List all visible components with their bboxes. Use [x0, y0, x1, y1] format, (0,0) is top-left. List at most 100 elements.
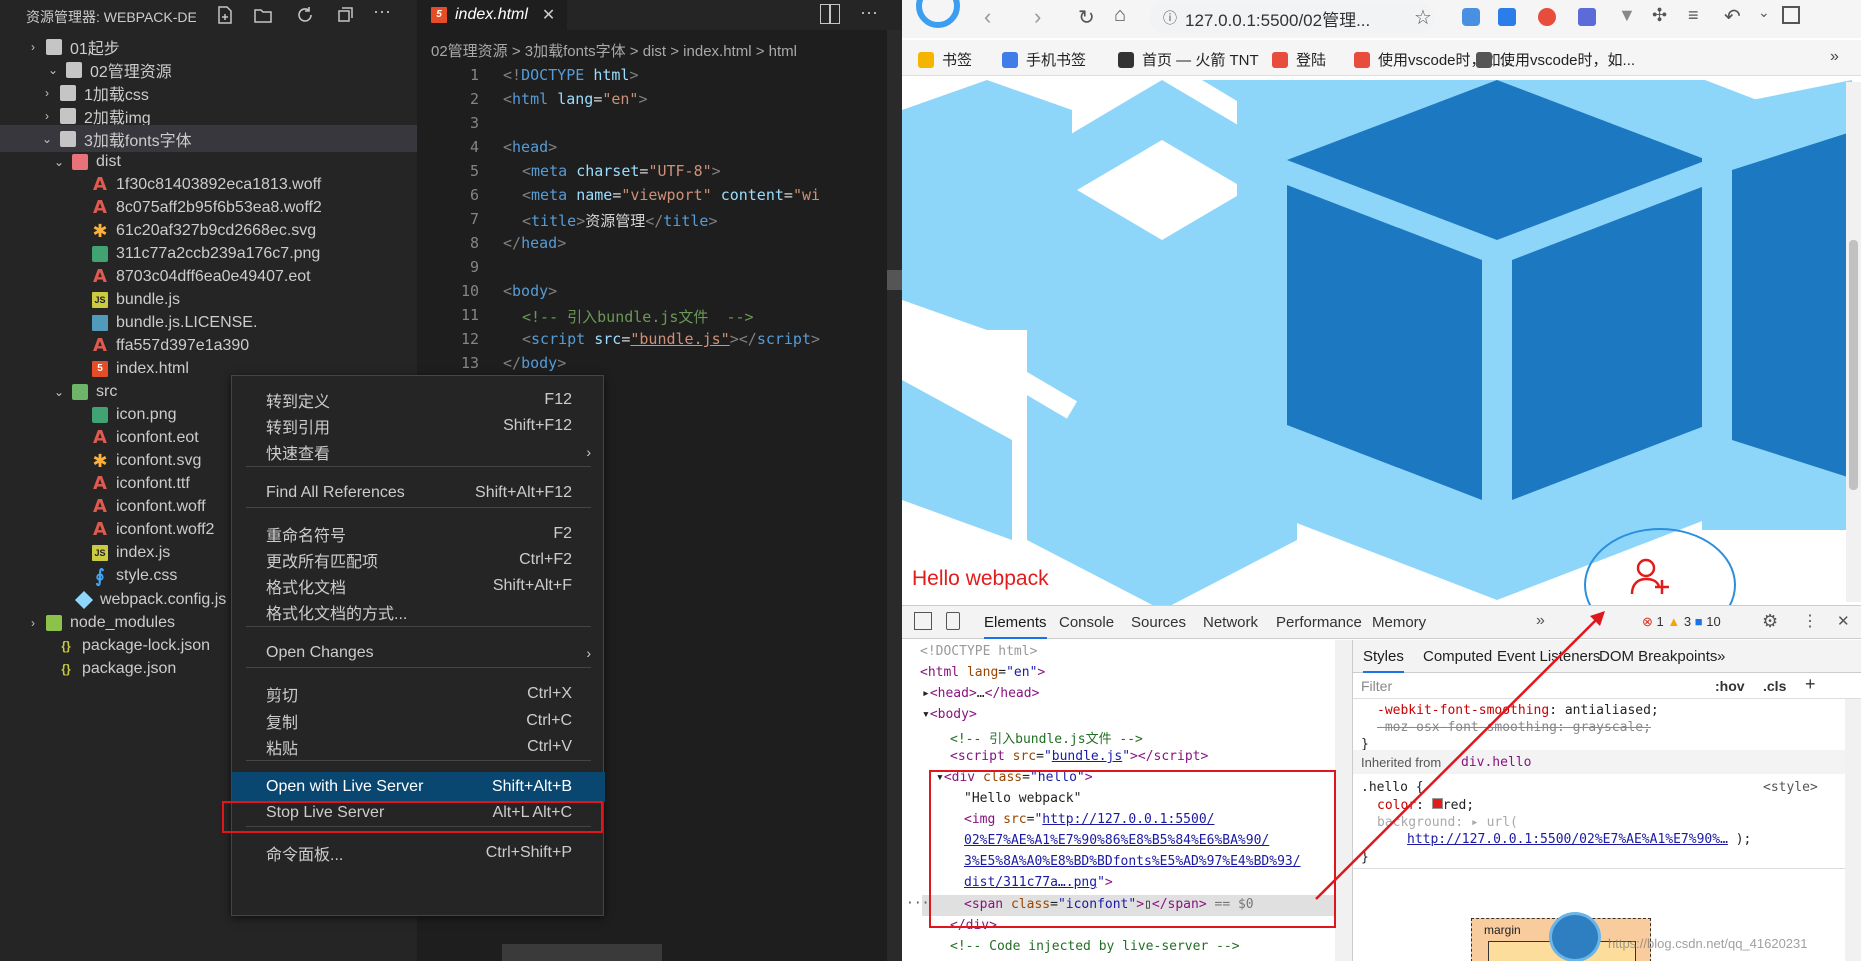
- chevron-right-icon[interactable]: ›: [26, 40, 40, 54]
- extension-icon[interactable]: ▼: [1618, 5, 1636, 26]
- styles-filter[interactable]: Filter :hov .cls +: [1353, 673, 1861, 699]
- chevron-right-icon[interactable]: ›: [26, 616, 40, 630]
- more-actions-icon[interactable]: ···: [373, 2, 395, 26]
- collapse-all-icon[interactable]: [334, 4, 356, 26]
- devtools-tab[interactable]: Performance: [1276, 614, 1362, 631]
- menu-item[interactable]: 快速查看 ›: [232, 437, 605, 467]
- more-tabs-icon[interactable]: »: [1536, 612, 1545, 630]
- menu-item[interactable]: 命令面板... Ctrl+Shift+P: [232, 838, 605, 868]
- css-decl[interactable]: -moz-osx-font-smoothing: grayscale;: [1377, 720, 1651, 740]
- chevron-right-icon[interactable]: ›: [40, 109, 54, 123]
- avatar: [1549, 912, 1601, 961]
- horizontal-scrollbar[interactable]: [502, 944, 662, 961]
- devtools-tab[interactable]: Network: [1203, 614, 1258, 631]
- webpack-logo-image: [902, 80, 1857, 610]
- filter-input[interactable]: Filter: [1361, 678, 1392, 694]
- editor-more-icon[interactable]: ···: [860, 2, 878, 23]
- issue-counts[interactable]: ⊗ 1 ▲ 3 ■ 10: [1642, 614, 1721, 630]
- close-icon[interactable]: ✕: [542, 5, 555, 25]
- devtools-tab[interactable]: Sources: [1131, 614, 1186, 631]
- puzzle-icon[interactable]: ✣: [1652, 5, 1667, 26]
- styles-tab[interactable]: Computed: [1423, 648, 1492, 665]
- menu-item[interactable]: Find All References Shift+Alt+F12: [232, 478, 605, 508]
- dom-line[interactable]: <html lang="en">: [920, 665, 1045, 685]
- css-source[interactable]: <style>: [1763, 780, 1818, 800]
- menu-item[interactable]: 粘贴 Ctrl+V: [232, 732, 605, 762]
- split-editor-icon[interactable]: [820, 4, 840, 24]
- bookmark-item[interactable]: 首页 — 火箭 TNT: [1118, 49, 1259, 70]
- translate-icon[interactable]: [1498, 8, 1516, 26]
- css-selector[interactable]: .hello {: [1361, 780, 1424, 800]
- star-icon[interactable]: ☆: [1414, 5, 1432, 30]
- line-number: 11: [460, 306, 479, 324]
- bookmark-item[interactable]: 手机书签: [1002, 49, 1086, 70]
- menu-item-shortcut: Shift+Alt+F12: [475, 484, 572, 501]
- extension-icon[interactable]: [1462, 8, 1480, 26]
- home-icon[interactable]: ⌂: [1114, 4, 1126, 27]
- menu-item-shortcut: Ctrl+C: [526, 712, 572, 729]
- devtools-tab[interactable]: Console: [1059, 614, 1114, 631]
- scrollbar-thumb[interactable]: [887, 270, 902, 290]
- page-scrollbar-thumb[interactable]: [1849, 240, 1858, 490]
- dom-line[interactable]: ▸<head>…</head>: [922, 686, 1039, 706]
- menu-item-label: 转到定义: [266, 394, 331, 411]
- add-rule-icon[interactable]: +: [1805, 674, 1816, 695]
- dom-line[interactable]: <!-- Code injected by live-server -->: [950, 939, 1240, 959]
- chevron-right-icon[interactable]: ›: [40, 86, 54, 100]
- html-file-icon: 5: [431, 7, 447, 23]
- menu-icon[interactable]: [1782, 6, 1800, 24]
- chevron-down-icon[interactable]: ⌄: [40, 132, 54, 146]
- devtools-tab[interactable]: Elements: [984, 614, 1047, 639]
- breadcrumb[interactable]: 02管理资源 > 3加载fonts字体 > dist > index.html …: [431, 40, 797, 61]
- refresh-icon[interactable]: [294, 4, 316, 26]
- menu-item[interactable]: 格式化文档的方式...: [232, 597, 605, 627]
- font-file-icon: A: [93, 196, 107, 218]
- chevron-down-icon[interactable]: ⌄: [52, 155, 66, 169]
- forward-icon[interactable]: ›: [1034, 4, 1041, 30]
- new-folder-icon[interactable]: [252, 4, 274, 26]
- editor-scrollbar[interactable]: [887, 30, 902, 961]
- extension-icon[interactable]: [1538, 8, 1556, 26]
- menu-item[interactable]: 剪切 Ctrl+X: [232, 679, 605, 709]
- extension-icon[interactable]: [1578, 8, 1596, 26]
- kebab-menu-icon[interactable]: ⋮: [1802, 611, 1818, 631]
- cls-button[interactable]: .cls: [1763, 678, 1786, 694]
- chevron-down-icon[interactable]: ⌄: [52, 385, 66, 399]
- dom-line[interactable]: ▾<body>: [922, 707, 977, 727]
- bookmark-item[interactable]: 使用vscode时，如...: [1476, 49, 1635, 70]
- css-decl[interactable]: http://127.0.0.1:5500/02%E7%AE%A1%E7%90%…: [1407, 832, 1751, 852]
- hov-button[interactable]: :hov: [1715, 678, 1745, 694]
- styles-tab[interactable]: DOM Breakpoints: [1599, 648, 1717, 665]
- back-icon[interactable]: ‹: [984, 4, 991, 30]
- bookmark-item[interactable]: 书签: [918, 49, 972, 70]
- settings-gear-icon[interactable]: ⚙: [1762, 611, 1778, 632]
- font-file-icon: A: [93, 518, 107, 540]
- reload-icon[interactable]: ↻: [1078, 5, 1095, 30]
- json-file-icon: {}: [61, 638, 71, 653]
- line-number: 1: [469, 66, 479, 84]
- inspect-icon[interactable]: [914, 612, 932, 630]
- close-devtools-icon[interactable]: ✕: [1837, 612, 1850, 630]
- styles-tab[interactable]: Event Listeners: [1497, 648, 1600, 665]
- chevron-down-icon[interactable]: ⌄: [46, 63, 60, 77]
- dom-line[interactable]: <!DOCTYPE html>: [920, 644, 1037, 664]
- undo-icon[interactable]: ↶: [1724, 4, 1741, 29]
- tab-index-html[interactable]: 5 index.html ✕: [417, 0, 567, 30]
- dom-line[interactable]: <!-- 引入bundle.js文件 -->: [950, 728, 1143, 748]
- folder-icon: [60, 84, 76, 101]
- chevron-down-icon[interactable]: ⌄: [1758, 4, 1770, 21]
- new-file-icon[interactable]: [214, 4, 236, 26]
- more-tabs-icon[interactable]: »: [1717, 648, 1725, 665]
- info-icon[interactable]: ⓘ: [1163, 8, 1177, 28]
- playlist-icon[interactable]: ≡: [1688, 5, 1699, 26]
- device-toggle-icon[interactable]: [946, 612, 960, 630]
- styles-tab[interactable]: Styles: [1363, 648, 1404, 673]
- styles-scrollbar[interactable]: [1845, 699, 1861, 961]
- address-bar[interactable]: ⓘ 127.0.0.1:5500/02管理...: [1149, 3, 1434, 33]
- devtools-tab[interactable]: Memory: [1372, 614, 1426, 631]
- dom-line[interactable]: <script src="bundle.js"></script>: [950, 749, 1208, 769]
- bookmark-item[interactable]: 登陆: [1272, 49, 1326, 70]
- menu-item[interactable]: Open Changes ›: [232, 638, 605, 668]
- more-bookmarks-icon[interactable]: »: [1830, 48, 1839, 66]
- dom-scrollbar[interactable]: [1335, 640, 1352, 961]
